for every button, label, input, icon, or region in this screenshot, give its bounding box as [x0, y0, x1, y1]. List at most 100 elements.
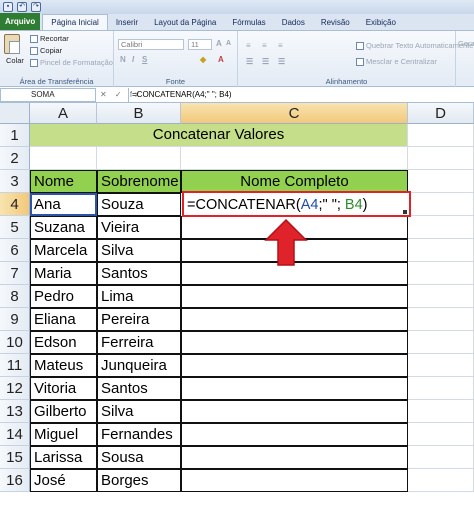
cell-d9[interactable] — [408, 308, 474, 331]
merge-center-button[interactable]: Mesclar e Centralizar — [356, 57, 437, 66]
row-header-13[interactable]: 13 — [0, 400, 30, 423]
cell-d4[interactable] — [408, 193, 474, 216]
row-header-6[interactable]: 6 — [0, 239, 30, 262]
sobrenome-cell[interactable]: Sousa — [97, 446, 181, 469]
formula-cell-c4[interactable]: =CONCATENAR(A4;" "; B4) — [182, 191, 411, 217]
nome-completo-cell[interactable] — [181, 308, 408, 331]
header-cell-nome[interactable]: Nome — [30, 170, 97, 193]
sobrenome-cell[interactable]: Souza — [97, 193, 181, 216]
nome-cell[interactable]: Marcela — [30, 239, 97, 262]
row-header-5[interactable]: 5 — [0, 216, 30, 239]
row-header-3[interactable]: 3 — [0, 170, 30, 193]
cell-d13[interactable] — [408, 400, 474, 423]
sobrenome-cell[interactable]: Junqueira — [97, 354, 181, 377]
sobrenome-cell[interactable]: Borges — [97, 469, 181, 492]
cell-a2[interactable] — [30, 147, 97, 170]
nome-cell[interactable]: Gilberto — [30, 400, 97, 423]
nome-cell[interactable]: Pedro — [30, 285, 97, 308]
cell-d14[interactable] — [408, 423, 474, 446]
font-name-combo[interactable]: Calibri — [118, 39, 184, 50]
nome-cell[interactable]: Edson — [30, 331, 97, 354]
name-box[interactable]: SOMA — [0, 88, 96, 102]
cell-d15[interactable] — [408, 446, 474, 469]
nome-completo-cell[interactable] — [181, 377, 408, 400]
column-header-a[interactable]: A — [30, 103, 97, 124]
format-painter-button[interactable]: Pincel de Formatação — [30, 58, 113, 67]
cell-d3[interactable] — [408, 170, 474, 193]
align-bottom-icon[interactable]: ≡ — [278, 41, 283, 50]
row-header-12[interactable]: 12 — [0, 377, 30, 400]
undo-icon[interactable]: ↶ — [17, 2, 27, 12]
sobrenome-cell[interactable]: Silva — [97, 400, 181, 423]
nome-completo-cell[interactable] — [181, 331, 408, 354]
tab-insert[interactable]: Inserir — [108, 15, 146, 30]
tab-data[interactable]: Dados — [274, 15, 313, 30]
number-format-combo[interactable]: Geral — [458, 39, 474, 48]
copy-button[interactable]: Copiar — [30, 46, 62, 55]
select-all-corner[interactable] — [0, 103, 30, 124]
align-top-icon[interactable]: ≡ — [246, 41, 251, 50]
shrink-font-icon[interactable]: A — [226, 40, 231, 47]
nome-completo-cell[interactable] — [181, 285, 408, 308]
bold-icon[interactable]: N — [120, 55, 126, 64]
nome-completo-cell[interactable] — [181, 423, 408, 446]
tab-review[interactable]: Revisão — [313, 15, 358, 30]
column-header-d[interactable]: D — [408, 103, 474, 124]
italic-icon[interactable]: I — [132, 55, 134, 64]
align-center-icon[interactable]: ☰ — [262, 57, 269, 66]
row-header-10[interactable]: 10 — [0, 331, 30, 354]
row-header-16[interactable]: 16 — [0, 469, 30, 492]
grow-font-icon[interactable]: A — [216, 39, 222, 48]
nome-cell[interactable]: José — [30, 469, 97, 492]
cell-d11[interactable] — [408, 354, 474, 377]
tab-home[interactable]: Página Inicial — [42, 14, 108, 30]
nome-completo-cell[interactable] — [181, 446, 408, 469]
sobrenome-cell[interactable]: Ferreira — [97, 331, 181, 354]
nome-completo-cell[interactable] — [181, 469, 408, 492]
cell-b2[interactable] — [97, 147, 181, 170]
nome-cell[interactable]: Maria — [30, 262, 97, 285]
redo-icon[interactable]: ↷ — [31, 2, 41, 12]
fill-handle[interactable] — [403, 210, 407, 214]
nome-cell[interactable]: Eliana — [30, 308, 97, 331]
cell-d8[interactable] — [408, 285, 474, 308]
cell-d16[interactable] — [408, 469, 474, 492]
cell-d12[interactable] — [408, 377, 474, 400]
nome-completo-cell[interactable] — [181, 400, 408, 423]
underline-icon[interactable]: S — [142, 55, 147, 64]
cell-d2[interactable] — [408, 147, 474, 170]
tab-page-layout[interactable]: Layout da Página — [146, 15, 224, 30]
nome-cell[interactable]: Mateus — [30, 354, 97, 377]
row-header-4[interactable]: 4 — [0, 193, 30, 216]
paste-icon[interactable] — [4, 34, 20, 54]
cell-d1[interactable] — [408, 124, 474, 147]
sobrenome-cell[interactable]: Vieira — [97, 216, 181, 239]
nome-cell[interactable]: Vitoria — [30, 377, 97, 400]
header-cell-nome-completo[interactable]: Nome Completo — [181, 170, 408, 193]
align-middle-icon[interactable]: ≡ — [262, 41, 267, 50]
formula-input[interactable]: =CONCATENAR(A4;" "; B4) — [128, 88, 472, 102]
tab-view[interactable]: Exibição — [358, 15, 404, 30]
font-size-combo[interactable]: 11 — [188, 39, 212, 50]
row-header-9[interactable]: 9 — [0, 308, 30, 331]
cut-button[interactable]: Recortar — [30, 34, 69, 43]
paste-button[interactable]: Colar — [6, 56, 24, 65]
row-header-14[interactable]: 14 — [0, 423, 30, 446]
row-header-8[interactable]: 8 — [0, 285, 30, 308]
sobrenome-cell[interactable]: Lima — [97, 285, 181, 308]
nome-cell[interactable]: Larissa — [30, 446, 97, 469]
font-color-icon[interactable]: A — [218, 55, 224, 64]
sobrenome-cell[interactable]: Silva — [97, 239, 181, 262]
cell-d6[interactable] — [408, 239, 474, 262]
row-header-1[interactable]: 1 — [0, 124, 30, 147]
save-icon[interactable]: ▪ — [3, 2, 13, 12]
cell-d10[interactable] — [408, 331, 474, 354]
nome-completo-cell[interactable] — [181, 354, 408, 377]
sobrenome-cell[interactable]: Pereira — [97, 308, 181, 331]
row-header-15[interactable]: 15 — [0, 446, 30, 469]
align-left-icon[interactable]: ☰ — [246, 57, 253, 66]
cell-d5[interactable] — [408, 216, 474, 239]
fill-color-icon[interactable]: ◆ — [200, 55, 206, 64]
sobrenome-cell[interactable]: Fernandes — [97, 423, 181, 446]
nome-cell[interactable]: Miguel — [30, 423, 97, 446]
